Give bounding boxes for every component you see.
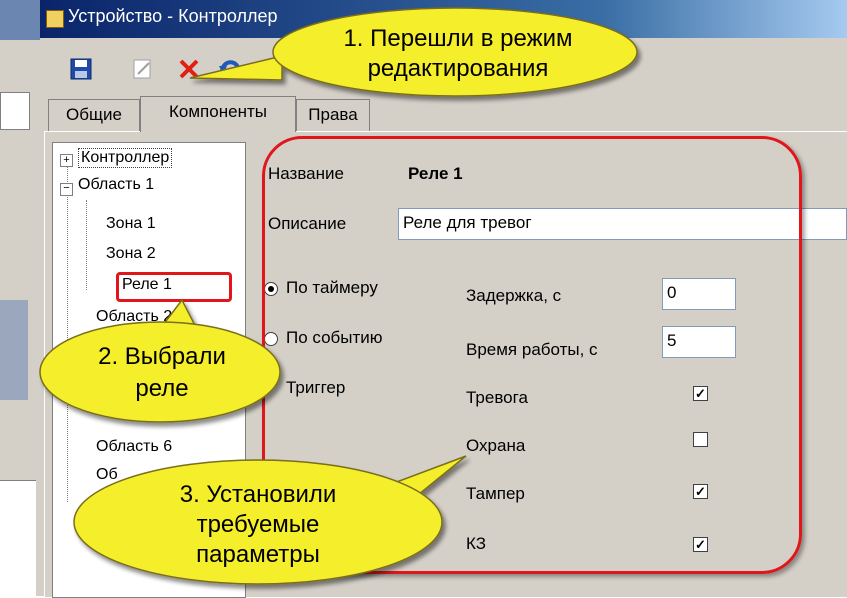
callout-1-line1: 1. Перешли в режим: [343, 25, 572, 52]
callout-3-line2: требуемые: [197, 511, 320, 538]
callout-1-line2: редактирования: [368, 55, 549, 82]
callout-3-line1: 3. Установили: [180, 481, 337, 508]
callout-2-line2: реле: [135, 375, 188, 402]
callout-3-line3: параметры: [196, 541, 320, 568]
tab-components[interactable]: Компоненты: [140, 96, 296, 132]
callouts-overlay: 1. Перешли в режим редактирования 2. Выб…: [39, 7, 638, 585]
callout-1: [189, 7, 638, 97]
callout-2-line1: 2. Выбрали: [98, 343, 226, 370]
